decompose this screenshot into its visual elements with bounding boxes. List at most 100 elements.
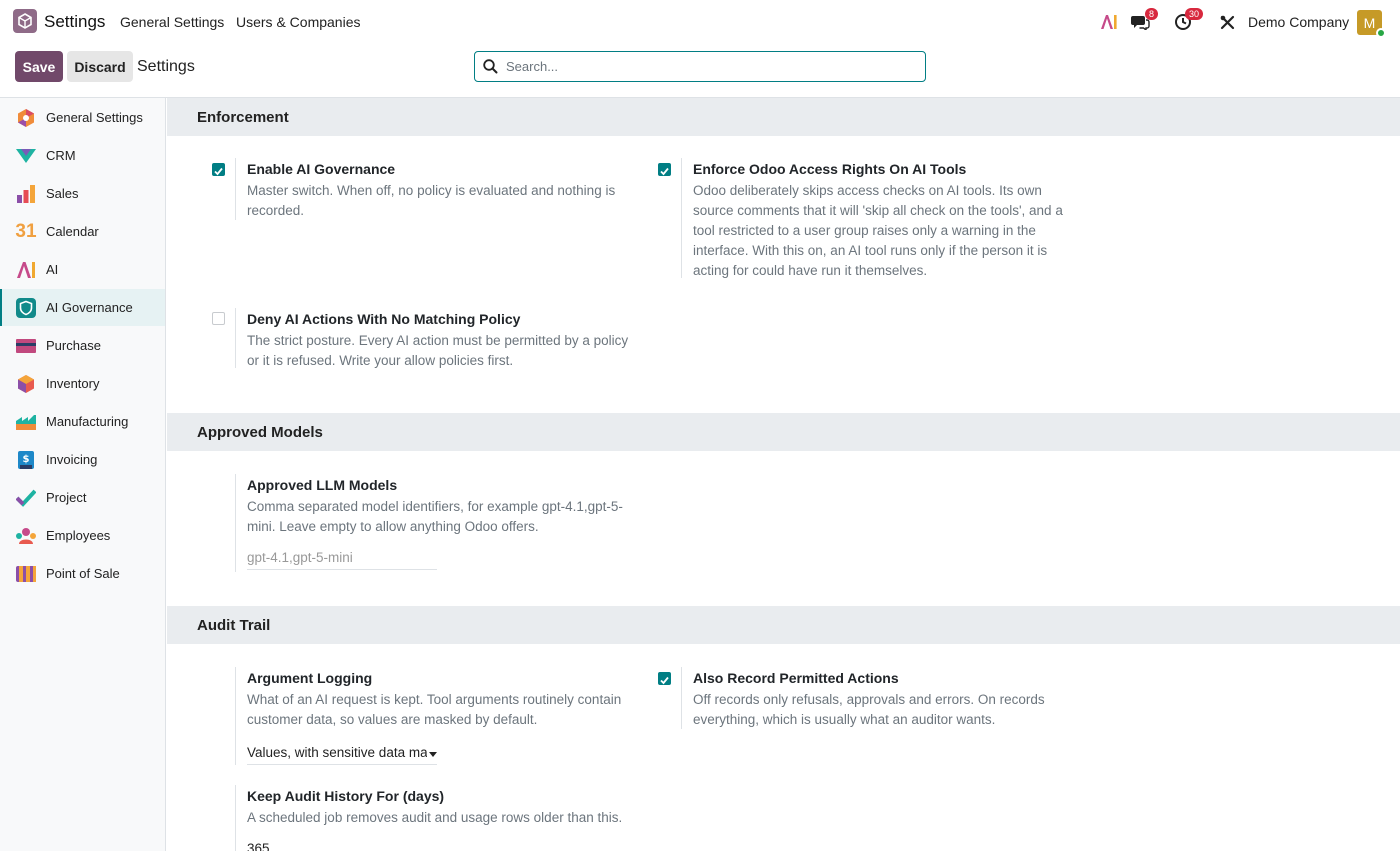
setting-title: Deny AI Actions With No Matching Policy	[247, 311, 521, 327]
sidebar-item-label: Invoicing	[46, 452, 98, 467]
setting-description: Comma separated model identifiers, for e…	[247, 499, 623, 534]
ai-systray-icon[interactable]	[1100, 10, 1120, 34]
setting-divider	[681, 158, 682, 278]
presence-status-icon	[1376, 28, 1386, 38]
avatar-initial: M	[1363, 14, 1376, 31]
search-input[interactable]	[506, 59, 906, 74]
setting-divider	[235, 785, 236, 851]
user-avatar[interactable]: M	[1357, 10, 1386, 38]
sidebar-item-sales[interactable]: Sales	[0, 175, 165, 212]
setting-title: Enforce Odoo Access Rights On AI Tools	[693, 161, 967, 177]
setting-title: Argument Logging	[247, 670, 373, 686]
manufacturing-icon	[15, 411, 37, 433]
messages-icon[interactable]: 8	[1131, 8, 1161, 34]
sidebar-item-general-settings[interactable]: General Settings	[0, 99, 165, 136]
setting-record-permitted: Also Record Permitted Actions Off record…	[681, 667, 1081, 729]
sidebar-item-label: Sales	[46, 186, 79, 201]
nav-general-settings[interactable]: General Settings	[120, 14, 224, 30]
sales-icon	[15, 183, 37, 205]
setting-divider	[235, 158, 236, 220]
section-header-approved-models: Approved Models	[167, 413, 1400, 451]
setting-approved-llm-models: Approved LLM Models Comma separated mode…	[235, 474, 635, 572]
settings-sidebar: General Settings CRM Sales 31 Calendar A…	[0, 98, 166, 851]
setting-deny-no-policy: Deny AI Actions With No Matching Policy …	[235, 308, 635, 368]
invoicing-icon: $	[15, 449, 37, 471]
setting-divider	[235, 308, 236, 368]
search-bar[interactable]	[474, 51, 926, 82]
section-title: Audit Trail	[197, 617, 271, 634]
sidebar-item-ai[interactable]: AI	[0, 251, 165, 288]
setting-argument-logging: Argument Logging What of an AI request i…	[235, 667, 635, 765]
sidebar-item-label: Inventory	[46, 376, 100, 391]
crm-icon	[15, 145, 37, 167]
setting-description: Off records only refusals, approvals and…	[693, 692, 1045, 727]
ai-governance-icon	[15, 297, 37, 319]
sidebar-item-point-of-sale[interactable]: Point of Sale	[0, 555, 165, 592]
debug-tools-icon[interactable]	[1220, 10, 1236, 34]
sidebar-item-label: Purchase	[46, 338, 101, 353]
setting-description: A scheduled job removes audit and usage …	[247, 810, 623, 825]
chevron-down-icon	[429, 752, 437, 757]
setting-enable-ai-governance: Enable AI Governance Master switch. When…	[235, 158, 635, 220]
sidebar-item-calendar[interactable]: 31 Calendar	[0, 213, 165, 250]
deny-no-policy-checkbox[interactable]	[212, 312, 225, 325]
activities-badge: 30	[1185, 8, 1204, 20]
nav-users-companies[interactable]: Users & Companies	[236, 14, 361, 30]
record-permitted-checkbox[interactable]	[658, 672, 671, 685]
sidebar-item-manufacturing[interactable]: Manufacturing	[0, 403, 165, 440]
sidebar-item-employees[interactable]: Employees	[0, 517, 165, 554]
section-title: Enforcement	[197, 109, 289, 126]
sidebar-item-label: CRM	[46, 148, 76, 163]
section-title: Approved Models	[197, 424, 323, 441]
inventory-icon	[15, 373, 37, 395]
search-icon	[483, 59, 498, 74]
sidebar-item-ai-governance[interactable]: AI Governance	[0, 289, 165, 326]
settings-app-icon[interactable]	[13, 9, 37, 33]
sidebar-item-label: Project	[46, 490, 87, 505]
point-of-sale-icon	[15, 563, 37, 585]
sidebar-item-label: Manufacturing	[46, 414, 129, 429]
settings-content: Enforcement Enable AI Governance Master …	[167, 98, 1400, 851]
top-navbar: Settings General Settings Users & Compan…	[0, 0, 1400, 44]
calendar-icon: 31	[15, 220, 37, 242]
enable-ai-governance-checkbox[interactable]	[212, 163, 225, 176]
sidebar-item-inventory[interactable]: Inventory	[0, 365, 165, 402]
setting-description: Odoo deliberately skips access checks on…	[693, 183, 1063, 278]
setting-enforce-access-rights: Enforce Odoo Access Rights On AI Tools O…	[681, 158, 1081, 278]
setting-title: Keep Audit History For (days)	[247, 788, 445, 804]
discard-button[interactable]: Discard	[67, 51, 133, 82]
approved-models-input[interactable]: gpt-4.1,gpt-5-mini	[247, 550, 437, 570]
sidebar-item-label: General Settings	[46, 110, 143, 125]
setting-description: Master switch. When off, no policy is ev…	[247, 183, 616, 218]
sidebar-item-invoicing[interactable]: $ Invoicing	[0, 441, 165, 478]
ai-icon	[15, 259, 37, 281]
sidebar-item-label: AI	[46, 262, 59, 277]
setting-title: Also Record Permitted Actions	[693, 670, 899, 686]
sidebar-item-purchase[interactable]: Purchase	[0, 327, 165, 364]
keep-history-days-input[interactable]: 365	[247, 841, 437, 851]
sidebar-item-label: Calendar	[46, 224, 99, 239]
sidebar-item-project[interactable]: Project	[0, 479, 165, 516]
sidebar-item-crm[interactable]: CRM	[0, 137, 165, 174]
save-button[interactable]: Save	[15, 51, 63, 82]
company-switcher[interactable]: Demo Company	[1248, 14, 1349, 30]
sidebar-item-label: Employees	[46, 528, 111, 543]
section-header-audit-trail: Audit Trail	[167, 606, 1400, 644]
setting-keep-history: Keep Audit History For (days) A schedule…	[235, 785, 635, 851]
argument-logging-select[interactable]: Values, with sensitive data masked	[247, 745, 437, 765]
enforce-access-rights-checkbox[interactable]	[658, 163, 671, 176]
messages-badge: 8	[1145, 8, 1159, 20]
employees-icon	[15, 525, 37, 547]
svg-text:$: $	[23, 454, 30, 465]
setting-divider	[235, 474, 236, 572]
setting-title: Enable AI Governance	[247, 161, 396, 177]
sidebar-item-label: Point of Sale	[46, 566, 120, 581]
breadcrumb: Settings	[137, 58, 195, 75]
setting-title: Approved LLM Models	[247, 477, 398, 493]
project-icon	[15, 487, 37, 509]
section-header-enforcement: Enforcement	[167, 98, 1400, 136]
app-title[interactable]: Settings	[44, 12, 105, 32]
purchase-icon	[15, 335, 37, 357]
activities-icon[interactable]: 30	[1174, 8, 1208, 34]
general-settings-icon	[15, 107, 37, 129]
